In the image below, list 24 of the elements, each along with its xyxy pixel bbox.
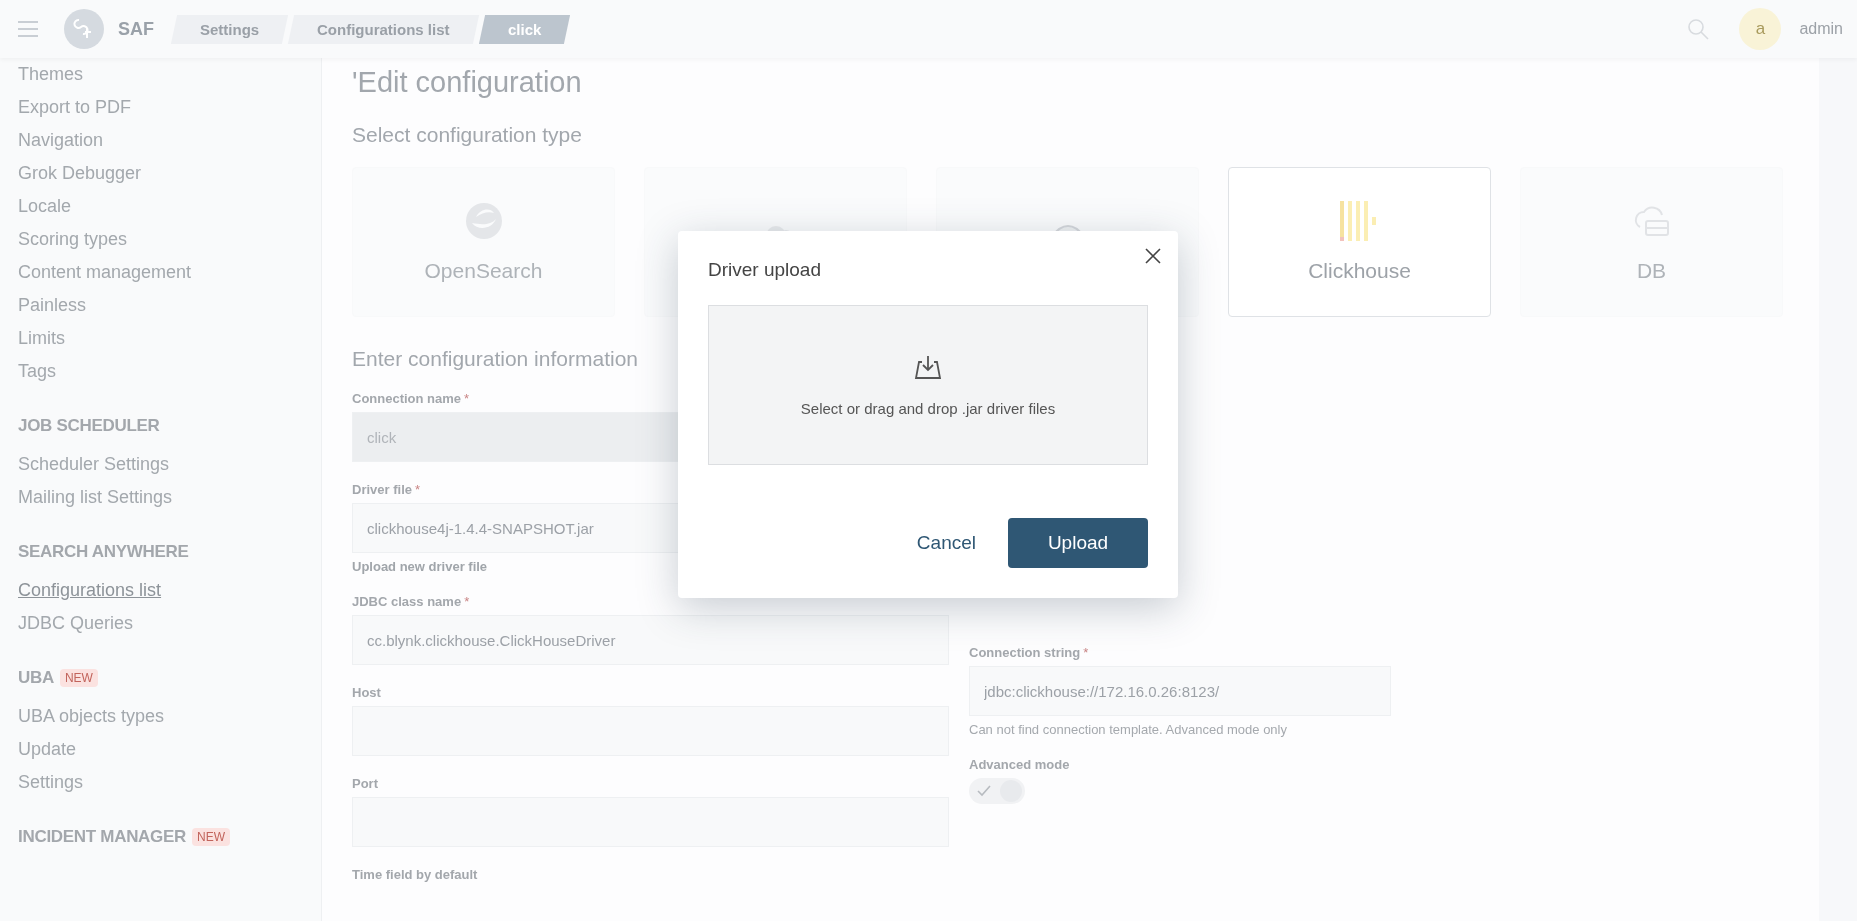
new-badge: NEW	[192, 828, 231, 846]
hint-text: Can not find connection template. Advanced mode only	[969, 722, 1288, 737]
field-label: Connection name	[352, 391, 462, 406]
new-badge: NEW	[59, 669, 98, 687]
required-mark: *	[464, 594, 470, 609]
section-heading: Enter configuration information	[352, 347, 638, 371]
field-label: Connection string	[969, 645, 1081, 660]
field-label: JDBC class name	[352, 594, 462, 609]
app-name: SAF	[118, 18, 154, 40]
field-label: Host	[352, 685, 381, 700]
field-label: Advanced mode	[969, 757, 1070, 772]
required-mark: *	[415, 482, 421, 497]
dialog-title: Driver upload	[708, 259, 822, 281]
field-label: Time field by default	[352, 867, 478, 882]
required-mark: *	[1083, 645, 1089, 660]
field-label: Port	[352, 776, 378, 791]
section-heading: INCIDENT MANAGER	[18, 827, 187, 847]
required-mark: *	[464, 391, 470, 406]
field-label: Driver file	[352, 482, 412, 497]
section-heading: JOB SCHEDULER	[18, 416, 160, 436]
page-title: 'Edit configuration	[352, 66, 582, 99]
section-heading: SEARCH ANYWHERE	[18, 542, 189, 562]
section-heading: Select configuration type	[352, 123, 582, 147]
section-heading: UBA	[18, 668, 54, 688]
